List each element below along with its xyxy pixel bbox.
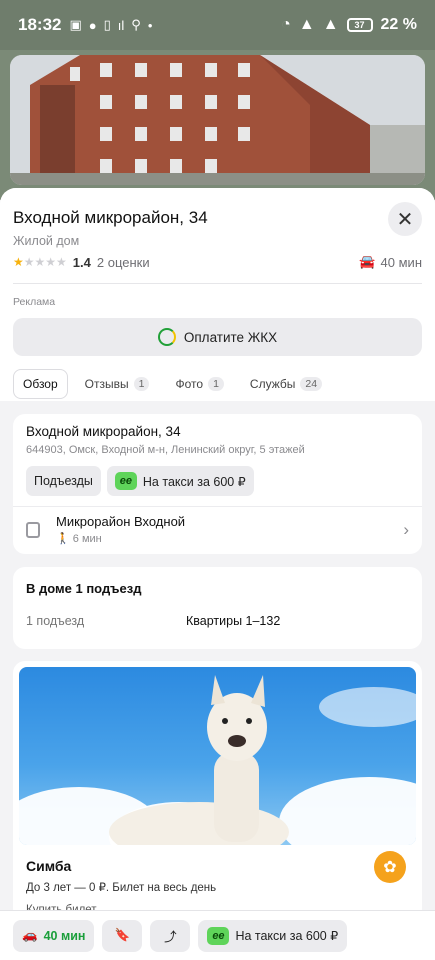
tab-label: Службы [249,377,296,391]
walk-icon: 🚶 [56,533,73,545]
address-card: Входной микрорайон, 34 644903, Омск, Вхо… [13,414,422,554]
taxi-label: На такси за 600 ₽ [235,929,339,943]
transit-stop-row[interactable]: Микрорайон Входной 🚶 6 мин › [26,514,409,545]
battery-percent: 22 % [380,16,417,33]
promo-title: Симба [26,858,72,874]
taxi-button[interactable]: ee На такси за 600 ₽ [198,919,348,952]
taxi-chip[interactable]: ee На такси за 600 ₽ [106,466,254,496]
status-bar: 18:32 ▣ ● ▯ ıl ⚲ • ◔ ▲ ▲ 37 22 % [0,0,435,50]
wifi-icon: ◔ [281,16,291,33]
tab-label: Обзор [23,377,58,391]
divider [13,283,422,284]
alpaca-illustration [109,675,289,845]
address-title[interactable]: Входной микрорайон, 34 [26,424,409,439]
share-icon: ⤴ [164,930,177,944]
stop-name: Микрорайон Входной [56,514,186,529]
taxi-logo-icon: ee [114,472,137,490]
tab-badge: 1 [208,377,224,391]
chevron-right-icon: › [403,519,409,539]
cell-signal-icon: ▲ [298,16,315,33]
entrances-chip[interactable]: Подъезды [26,466,101,496]
tab-photos[interactable]: Фото 1 [166,370,232,398]
promo-subtitle: До 3 лет — 0 ₽. Билет на весь день [26,882,217,894]
share-button[interactable]: ⤴ [150,919,191,952]
bookmark-icon: 🔖 [114,928,131,942]
address-chips: Подъезды ee На такси за 600 ₽ [26,466,409,496]
battery-level: 37 [354,20,365,30]
stop-walk: 🚶 6 мин [56,532,185,545]
location-icon: ● [88,17,97,33]
ad-label: Реклама [13,296,56,308]
route-car-button[interactable]: 🚗 40 мин [13,919,95,952]
bike-icon: ⚲ [131,17,141,32]
promo-image[interactable] [19,667,416,845]
entrances-title: В доме 1 подъезд [26,581,142,596]
signal-bars-icon: ıl [117,17,125,33]
tab-badge: 24 [300,377,323,391]
drive-eta[interactable]: 🚘 40 мин [359,254,422,270]
tab-badge: 1 [133,377,150,391]
place-title: Входной микрорайон, 34 [13,208,208,227]
promo-card[interactable]: Симба До 3 лет — 0 ₽. Билет на весь день… [13,661,422,921]
pay-utilities-button[interactable]: Оплатите ЖКХ [13,318,422,356]
taxi-logo-icon: ee [207,926,230,945]
nfc-icon: ▣ [69,17,82,32]
tabs: Обзор Отзывы 1 Фото 1 Службы 24 [13,369,422,399]
route-time: 40 мин [43,928,86,943]
entrances-card: В доме 1 подъезд 1 подъезд Квартиры 1–13… [13,567,422,649]
place-header: Входной микрорайон, 34 ✕ Жилой дом ★★★★★… [0,188,435,401]
battery-icon: 37 [346,18,373,32]
promo-logo-icon: ✿ [374,851,406,883]
drive-eta-text: 40 мин [380,254,422,270]
dot-icon: • [147,17,153,33]
status-icons: ▣ ● ▯ ıl ⚲ • [69,17,152,33]
apartments-range: Квартиры 1–132 [186,614,281,628]
tab-label: Отзывы [84,377,129,391]
tab-services[interactable]: Службы 24 [241,370,331,398]
vibrate-icon: ▯ [103,17,111,32]
pay-button-label: Оплатите ЖКХ [183,329,278,345]
cell-signal-2-icon: ▲ [322,16,339,33]
chip-label: На такси за 600 ₽ [142,474,246,489]
close-button[interactable]: ✕ [388,202,422,236]
status-right: ◔ ▲ ▲ 37 22 % [281,16,417,34]
place-sheet: Входной микрорайон, 34 ✕ Жилой дом ★★★★★… [0,188,435,960]
car-icon: 🚘 [359,254,376,269]
bottom-action-bar: 🚗 40 мин 🔖 ⤴ ee На такси за 600 ₽ [0,910,435,960]
bus-icon [26,521,40,538]
tab-label: Фото [175,377,204,391]
close-icon: ✕ [396,208,414,231]
stop-walk-time: 6 мин [72,533,102,545]
car-icon: 🚗 [22,928,38,942]
tab-reviews[interactable]: Отзывы 1 [76,370,159,398]
rating-count[interactable]: 2 оценки [97,255,150,270]
star-rating-icon: ★★★★★ [13,255,67,269]
entrance-label: 1 подъезд [26,614,85,628]
rating-value: 1.4 [72,254,91,270]
building-illustration [10,55,425,185]
rating-row[interactable]: ★★★★★ 1.4 2 оценки 🚘 40 мин [13,254,422,270]
bookmark-button[interactable]: 🔖 [102,919,143,952]
tab-overview[interactable]: Обзор [13,369,68,399]
address-details: 644903, Омск, Входной м-н, Ленинский окр… [26,444,305,456]
place-subtitle: Жилой дом [13,234,80,248]
sber-logo-icon [157,328,176,346]
building-photo[interactable] [10,55,425,185]
chip-label: Подъезды [34,474,93,488]
divider [13,506,422,507]
status-time: 18:32 [18,15,62,34]
entrances-row: 1 подъезд Квартиры 1–132 [26,614,409,628]
